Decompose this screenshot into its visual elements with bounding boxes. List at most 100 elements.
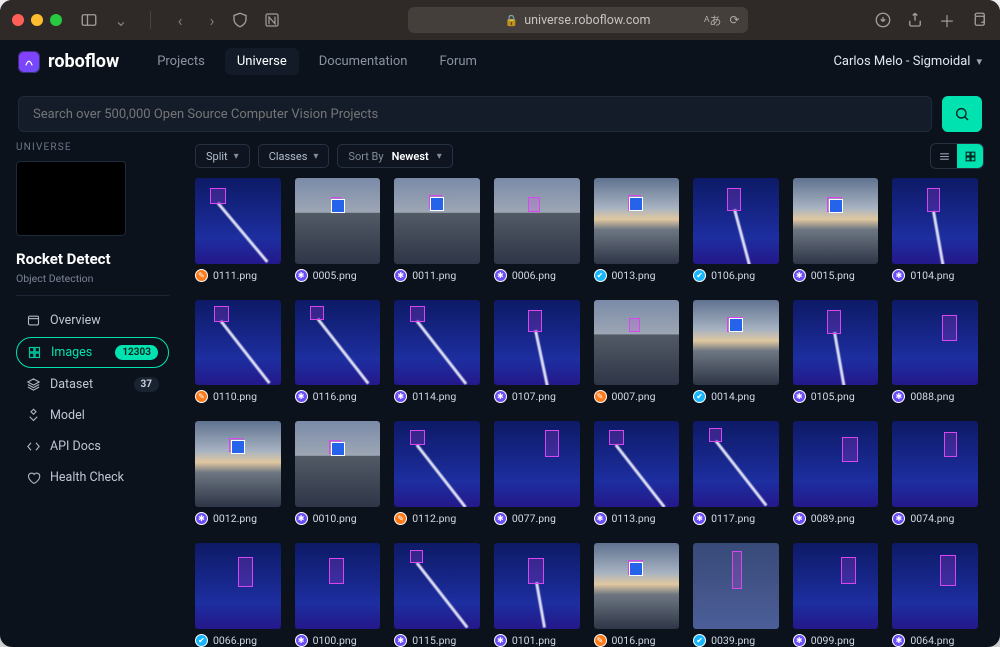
image-filename: 0088.png <box>910 390 954 403</box>
image-card[interactable]: ✱0074.png <box>892 421 978 525</box>
translate-icon[interactable]: ᴬあ <box>704 12 721 29</box>
image-card[interactable]: ✱0115.png <box>394 543 480 647</box>
image-card[interactable]: ✱0104.png <box>892 178 978 282</box>
image-card[interactable]: ✱0107.png <box>494 300 580 404</box>
share-icon[interactable] <box>906 11 924 29</box>
gallery-scroll[interactable]: ✎0111.png✱0005.png✱0011.png✱0006.png✔001… <box>195 178 984 647</box>
image-thumbnail <box>494 421 580 507</box>
image-card[interactable]: ✱0117.png <box>693 421 779 525</box>
status-purple-icon: ✱ <box>295 390 308 403</box>
image-card[interactable]: ✱0012.png <box>195 421 281 525</box>
status-purple-icon: ✱ <box>394 269 407 282</box>
sidebar-item-api-docs[interactable]: API Docs <box>16 432 169 461</box>
image-caption: ✔0014.png <box>693 390 779 403</box>
notion-icon[interactable] <box>263 11 281 29</box>
image-card[interactable]: ✱0010.png <box>295 421 381 525</box>
filter-split[interactable]: Split▾ <box>195 144 250 168</box>
image-card[interactable]: ✱0005.png <box>295 178 381 282</box>
image-card[interactable]: ✱0015.png <box>793 178 879 282</box>
image-card[interactable]: ✱0011.png <box>394 178 480 282</box>
chevron-down-icon[interactable]: ⌄ <box>112 11 130 29</box>
image-caption: ✱0104.png <box>892 269 978 282</box>
status-purple-icon: ✱ <box>793 390 806 403</box>
image-card[interactable]: ✔0013.png <box>594 178 680 282</box>
bounding-box <box>609 430 624 445</box>
image-card[interactable]: ✱0099.png <box>793 543 879 647</box>
image-card[interactable]: ✔0106.png <box>693 178 779 282</box>
image-card[interactable]: ✎0112.png <box>394 421 480 525</box>
image-filename: 0101.png <box>512 634 556 647</box>
image-card[interactable]: ✱0088.png <box>892 300 978 404</box>
image-caption: ✔0106.png <box>693 269 779 282</box>
sidebar-item-overview[interactable]: Overview <box>16 306 169 335</box>
image-card[interactable]: ✎0007.png <box>594 300 680 404</box>
image-thumbnail <box>594 543 680 629</box>
search-button[interactable] <box>942 96 982 132</box>
image-filename: 0010.png <box>313 512 357 525</box>
sidebar-nav: OverviewImages12303Dataset37ModelAPI Doc… <box>16 306 169 492</box>
image-card[interactable]: ✔0066.png <box>195 543 281 647</box>
tabs-icon[interactable] <box>970 11 988 29</box>
view-list-button[interactable] <box>931 144 957 168</box>
bounding-box <box>942 315 957 341</box>
image-card[interactable]: ✔0039.png <box>693 543 779 647</box>
image-card[interactable]: ✱0077.png <box>494 421 580 525</box>
image-filename: 0006.png <box>512 269 556 282</box>
image-card[interactable]: ✱0100.png <box>295 543 381 647</box>
content: UNIVERSE Rocket Detect Object Detection … <box>0 142 1000 647</box>
reload-icon[interactable]: ⟳ <box>729 13 739 27</box>
download-icon[interactable] <box>874 11 892 29</box>
view-grid-button[interactable] <box>957 144 983 168</box>
image-card[interactable]: ✱0113.png <box>594 421 680 525</box>
shield-icon[interactable] <box>231 11 249 29</box>
image-card[interactable]: ✱0105.png <box>793 300 879 404</box>
image-filename: 0064.png <box>910 634 954 647</box>
zoom-window[interactable] <box>50 14 62 26</box>
brand[interactable]: roboflow <box>18 51 119 73</box>
image-card[interactable]: ✱0101.png <box>494 543 580 647</box>
sidebar-item-dataset[interactable]: Dataset37 <box>16 370 169 399</box>
address-bar[interactable]: 🔒 universe.roboflow.com ᴬあ ⟳ <box>299 7 856 33</box>
forward-icon[interactable]: › <box>203 11 221 29</box>
image-caption: ✱0117.png <box>693 512 779 525</box>
bounding-box <box>629 318 639 332</box>
filter-sort[interactable]: Sort By Newest ▾ <box>337 144 452 168</box>
topnav-item-projects[interactable]: Projects <box>145 48 217 75</box>
image-card[interactable]: ✎0111.png <box>195 178 281 282</box>
status-purple-icon: ✱ <box>394 634 407 647</box>
image-filename: 0066.png <box>213 634 257 647</box>
filter-classes[interactable]: Classes▾ <box>258 144 330 168</box>
project-title: Rocket Detect <box>16 250 169 268</box>
new-tab-icon[interactable]: ＋ <box>938 11 956 29</box>
image-card[interactable]: ✎0016.png <box>594 543 680 647</box>
sidebar: UNIVERSE Rocket Detect Object Detection … <box>0 142 185 647</box>
topnav-item-forum[interactable]: Forum <box>427 48 488 75</box>
minimize-window[interactable] <box>31 14 43 26</box>
image-card[interactable]: ✱0006.png <box>494 178 580 282</box>
status-purple-icon: ✱ <box>295 634 308 647</box>
api-icon <box>26 439 41 454</box>
search-input[interactable] <box>19 107 931 122</box>
sidebar-item-health-check[interactable]: Health Check <box>16 463 169 492</box>
sidebar-icon[interactable] <box>80 11 98 29</box>
bounding-box <box>709 428 723 442</box>
image-card[interactable]: ✱0116.png <box>295 300 381 404</box>
sidebar-item-images[interactable]: Images12303 <box>16 337 169 368</box>
project-thumbnail[interactable] <box>16 161 126 236</box>
image-card[interactable]: ✱0089.png <box>793 421 879 525</box>
status-orange-icon: ✎ <box>594 634 607 647</box>
view-toggle <box>930 143 984 169</box>
project-subtitle: Object Detection <box>16 272 169 296</box>
image-card[interactable]: ✎0110.png <box>195 300 281 404</box>
image-card[interactable]: ✔0014.png <box>693 300 779 404</box>
topnav-item-universe[interactable]: Universe <box>225 48 299 75</box>
status-orange-icon: ✎ <box>195 269 208 282</box>
close-window[interactable] <box>12 14 24 26</box>
topnav-item-documentation[interactable]: Documentation <box>307 48 420 75</box>
sidebar-item-model[interactable]: Model <box>16 401 169 430</box>
image-card[interactable]: ✱0114.png <box>394 300 480 404</box>
image-thumbnail <box>892 300 978 386</box>
back-icon[interactable]: ‹ <box>171 11 189 29</box>
user-menu[interactable]: Carlos Melo - Sigmoidal ▾ <box>833 54 982 69</box>
image-card[interactable]: ✱0064.png <box>892 543 978 647</box>
